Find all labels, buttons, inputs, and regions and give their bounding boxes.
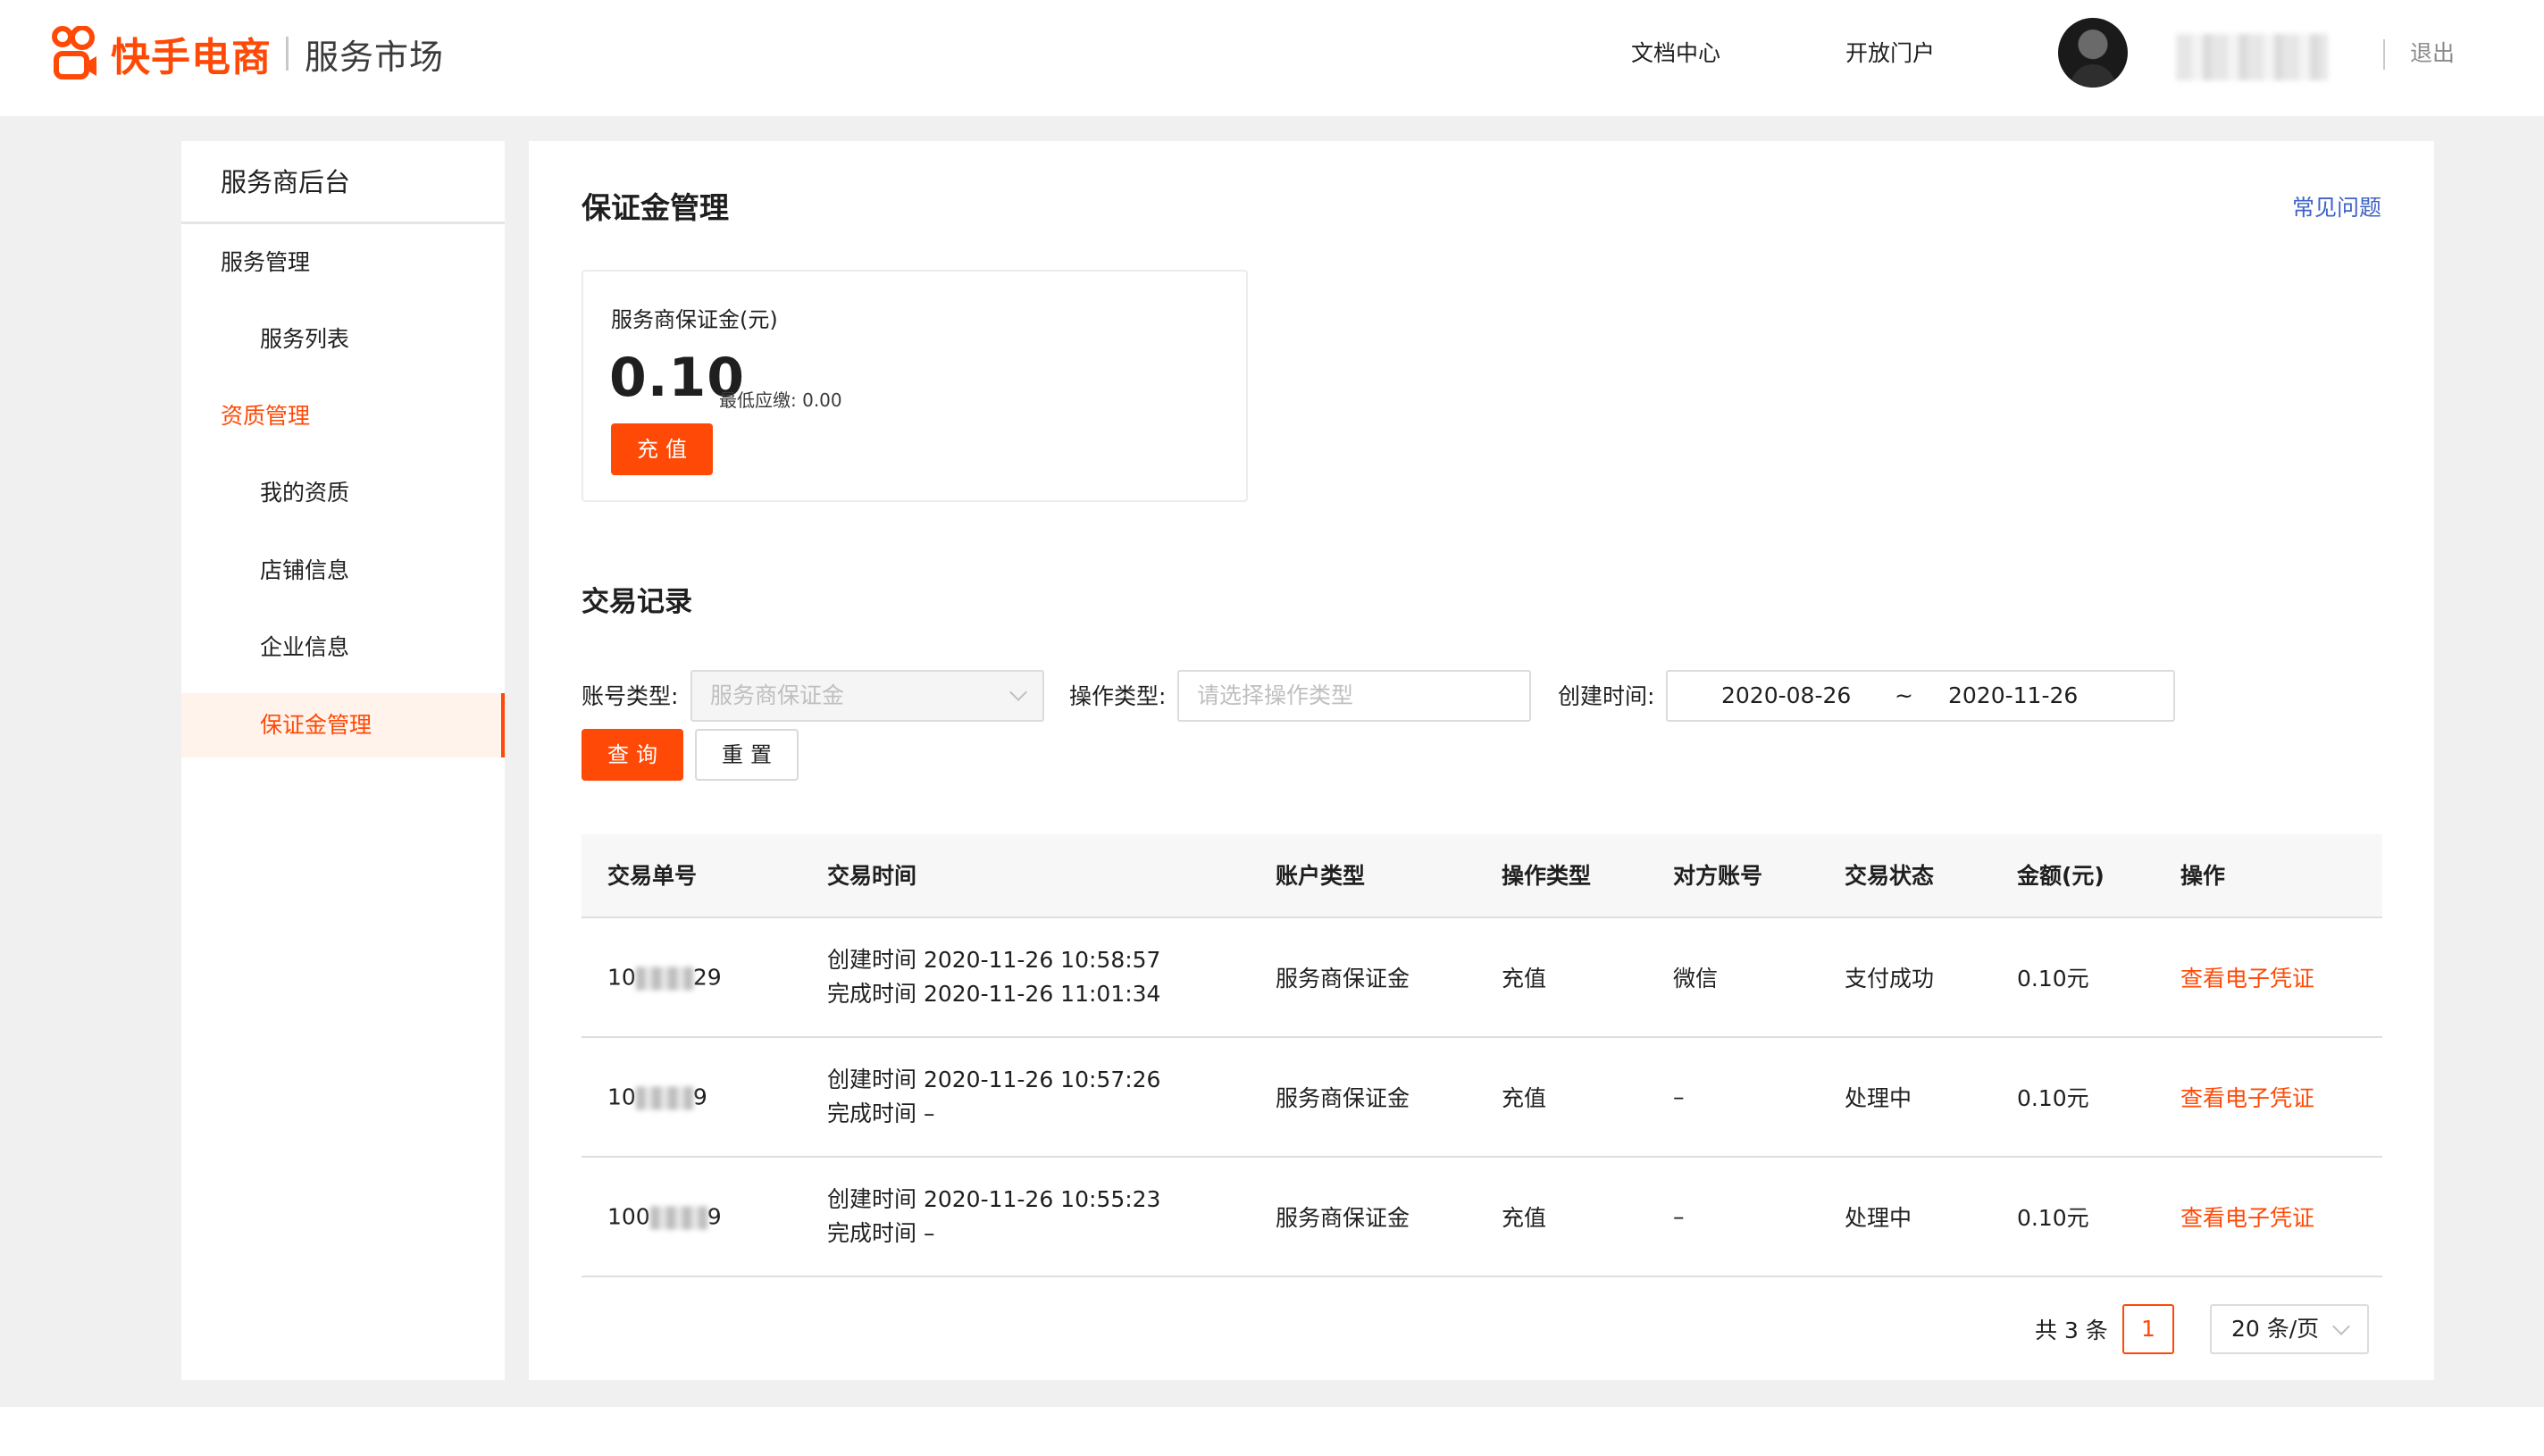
top-header: 快手电商 服务市场 文档中心 开放门户 退出	[0, 0, 2544, 116]
sidebar-item-company-info[interactable]: 企业信息	[181, 615, 505, 680]
username-redacted	[2176, 34, 2328, 80]
counterparty: –	[1673, 1084, 1685, 1110]
sidebar-group-qualification[interactable]: 资质管理	[181, 384, 505, 448]
col-op-type: 操作类型	[1502, 863, 1592, 889]
transaction-time: 创建时间 2020-11-26 10:57:26 完成时间 –	[827, 1067, 1161, 1126]
account-type: 服务商保证金	[1276, 1205, 1410, 1231]
amount: 0.10元	[2017, 966, 2089, 992]
op-type-placeholder: 请选择操作类型	[1197, 682, 1354, 708]
brand-subtitle: 服务市场	[305, 37, 445, 77]
deposit-label: 服务商保证金(元)	[611, 307, 778, 332]
pagination-total: 共 3 条	[2035, 1318, 2108, 1343]
faq-link[interactable]: 常见问题	[2292, 190, 2381, 222]
account-type: 服务商保证金	[1276, 966, 1410, 992]
nav-open-portal[interactable]: 开放门户	[1845, 36, 1935, 68]
page-title: 保证金管理	[582, 190, 729, 225]
reset-button[interactable]: 重置	[695, 729, 799, 781]
created-time-label: 创建时间:	[1558, 683, 1655, 709]
brand-name: 快手电商	[111, 35, 272, 80]
op-type-select[interactable]: 请选择操作类型	[1177, 670, 1531, 722]
sidebar-item-deposit-management[interactable]: 保证金管理	[181, 693, 505, 757]
col-amount: 金额(元)	[2017, 863, 2105, 889]
recharge-button[interactable]: 充值	[611, 423, 713, 475]
brand-divider	[286, 37, 289, 71]
view-voucher-link[interactable]: 查看电子凭证	[2180, 961, 2314, 993]
sidebar-title: 服务商后台	[181, 141, 505, 224]
sidebar-item-service-list[interactable]: 服务列表	[181, 307, 505, 372]
op-type-label: 操作类型:	[1069, 683, 1167, 709]
transaction-time: 创建时间 2020-11-26 10:55:23 完成时间 –	[827, 1186, 1161, 1246]
page-size-value: 20 条/页	[2231, 1316, 2320, 1342]
table-row: 10 9 创建时间 2020-11-26 10:57:26 完成时间 – 服务商保证…	[582, 1038, 2382, 1158]
counterparty: –	[1673, 1203, 1685, 1230]
account-type-label: 账号类型:	[582, 683, 679, 709]
view-voucher-link[interactable]: 查看电子凭证	[2180, 1201, 2314, 1233]
chevron-down-icon	[1009, 683, 1027, 701]
id-redaction	[635, 1086, 693, 1110]
status: 支付成功	[1845, 966, 1935, 992]
col-transaction-time: 交易时间	[827, 863, 917, 889]
avatar[interactable]	[2058, 18, 2128, 88]
col-action: 操作	[2180, 863, 2226, 889]
col-status: 交易状态	[1845, 863, 1935, 889]
col-counterparty: 对方账号	[1673, 863, 1763, 889]
transaction-id: 10 9	[607, 1084, 707, 1110]
date-range-picker[interactable]: 2020-08-26 ~ 2020-11-26	[1666, 670, 2175, 722]
status: 处理中	[1845, 1205, 1912, 1231]
main-panel: 保证金管理 常见问题 服务商保证金(元) 0.10 最低应缴: 0.00 充值 …	[529, 141, 2434, 1380]
op-type: 充值	[1502, 1205, 1547, 1231]
sidebar-item-shop-info[interactable]: 店铺信息	[181, 539, 505, 603]
date-separator: ~	[1895, 682, 1913, 708]
col-transaction-id: 交易单号	[607, 863, 698, 889]
counterparty: 微信	[1673, 966, 1719, 992]
op-type: 充值	[1502, 1085, 1547, 1111]
page-size-select[interactable]: 20 条/页	[2210, 1304, 2369, 1354]
id-redaction	[649, 1206, 707, 1230]
nav-docs-center[interactable]: 文档中心	[1631, 36, 1720, 68]
transaction-id: 100 9	[607, 1203, 722, 1230]
deposit-card: 服务商保证金(元) 0.10 最低应缴: 0.00 充值	[582, 270, 1248, 502]
pagination-page-1[interactable]: 1	[2122, 1304, 2174, 1354]
sidebar: 服务商后台 服务管理 服务列表 资质管理 我的资质 店铺信息 企业信息 保证金管…	[181, 141, 505, 1380]
op-type: 充值	[1502, 966, 1547, 992]
amount: 0.10元	[2017, 1085, 2089, 1111]
deposit-minimum: 最低应缴: 0.00	[719, 389, 842, 411]
transactions-table: 交易单号 交易时间 账户类型 操作类型 对方账号 交易状态 金额(元) 操作 1…	[582, 834, 2382, 1277]
chevron-down-icon	[2332, 1318, 2350, 1335]
sidebar-group-service-management[interactable]: 服务管理	[181, 230, 505, 295]
col-account-type: 账户类型	[1276, 863, 1366, 889]
id-redaction	[635, 966, 693, 991]
table-row: 10 29 创建时间 2020-11-26 10:58:57 完成时间 2020-1…	[582, 918, 2382, 1038]
transaction-id: 10 29	[607, 964, 722, 991]
status: 处理中	[1845, 1085, 1912, 1111]
view-voucher-link[interactable]: 查看电子凭证	[2180, 1081, 2314, 1113]
table-header: 交易单号 交易时间 账户类型 操作类型 对方账号 交易状态 金额(元) 操作	[582, 834, 2382, 918]
brand-logo[interactable]: 快手电商 服务市场	[52, 25, 444, 82]
kuaishou-logo-icon	[52, 26, 96, 79]
table-row: 100 9 创建时间 2020-11-26 10:55:23 完成时间 – 服务商保…	[582, 1158, 2382, 1277]
sidebar-item-my-qualification[interactable]: 我的资质	[181, 461, 505, 525]
amount: 0.10元	[2017, 1205, 2089, 1231]
account-type-select: 服务商保证金	[690, 670, 1044, 722]
records-title: 交易记录	[582, 586, 692, 618]
query-button[interactable]: 查询	[582, 729, 683, 781]
header-divider	[2383, 39, 2385, 70]
date-from[interactable]: 2020-08-26	[1721, 672, 1851, 720]
account-type-value: 服务商保证金	[710, 682, 845, 708]
transaction-time: 创建时间 2020-11-26 10:58:57 完成时间 2020-11-26 …	[827, 947, 1161, 1007]
date-to[interactable]: 2020-11-26	[1948, 672, 2078, 720]
account-type: 服务商保证金	[1276, 1085, 1410, 1111]
logout-link[interactable]: 退出	[2410, 36, 2455, 68]
